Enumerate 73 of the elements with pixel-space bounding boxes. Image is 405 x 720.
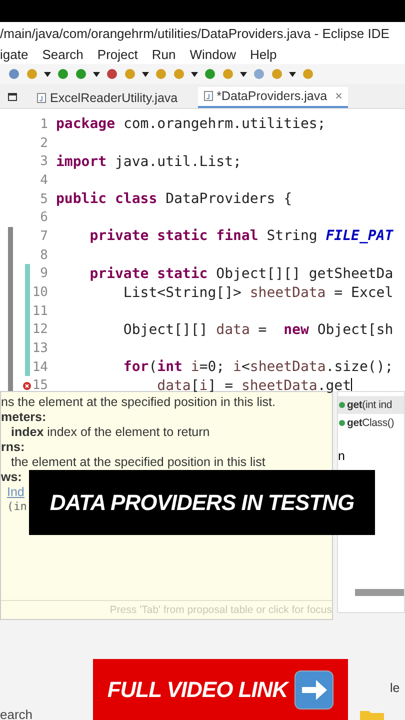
toolbar-icon[interactable] [253,68,265,80]
line-number: 1 [40,116,48,132]
menu-item[interactable]: Window [190,46,236,62]
toolbar-icon[interactable] [26,68,38,80]
editor-tab[interactable]: ExcelReaderUtility.java [31,89,184,108]
dropdown-arrow-icon[interactable] [93,72,100,76]
dropdown-arrow-icon[interactable] [289,72,296,76]
menu-item[interactable]: igate [0,46,28,62]
javadoc-text: ws: [1,470,22,485]
line-number: 3 [40,154,48,170]
code-line: public class DataProviders { [56,191,292,208]
java-file-icon [37,93,46,103]
line-number: 10 [32,285,48,300]
toolbar-icon[interactable] [8,68,20,80]
proposal-item[interactable]: get(int ind [338,396,404,414]
javadoc-text: rns: [1,440,25,455]
dropdown-arrow-icon[interactable] [142,72,149,76]
code-line: package com.orangehrm.utilities; [56,116,326,132]
line-number: 13 [32,341,48,356]
code-line: data[i] = sheetData.get [156,378,352,394]
scrollbar[interactable] [355,589,404,596]
javadoc-text: (in [7,500,27,515]
menu-item[interactable]: Help [250,46,277,62]
method-icon [339,402,345,408]
method-icon [339,420,345,426]
line-number: 4 [40,172,48,188]
proposal-item[interactable]: getClass() [338,414,404,432]
menu-item[interactable]: Search [42,46,84,62]
editor-tab[interactable]: *DataProviders.java × [198,87,348,108]
code-line: List<String[]> sheetData = Excel [122,284,394,301]
toolbar-icon[interactable] [75,68,87,80]
javadoc-text: ns the element at the specified position in this list. [1,395,276,410]
close-icon[interactable]: × [335,89,342,103]
minimize-icon[interactable] [8,93,17,101]
javadoc-text: index index of the element to return [10,425,210,440]
code-line: import java.util.List; [56,154,242,170]
line-number: 2 [40,136,48,151]
javadoc-text: the element at the specified position in this list [10,455,266,470]
toolbar-icon[interactable] [222,68,234,80]
code-line: private static Object[][] getSheetDa [88,266,394,282]
line-number: 14 [32,360,48,375]
window-title: /main/java/com/orangehrm/utilities/DataProviders.java - Eclipse IDE [0,26,390,40]
dropdown-arrow-icon[interactable] [191,72,198,76]
line-number: 6 [40,210,48,226]
search-label: earch [0,707,33,720]
line-number: 7 [40,228,48,244]
toolbar-icon[interactable] [271,68,283,80]
menu-item[interactable]: Project [97,46,138,62]
code-line: private static final String FILE_PAT [88,228,394,244]
partial-text: n [338,449,345,463]
line-number: 5 [40,192,48,207]
toolbar-icon[interactable] [173,68,185,80]
line-number: 12 [32,322,48,338]
code-line: Object[][] data = new Object[sh [122,322,394,338]
video-link-banner[interactable]: FULL VIDEO LINK [93,659,348,720]
partial-text: le [390,681,400,695]
toolbar-icon[interactable] [124,68,136,80]
toolbar-icon[interactable] [204,68,216,80]
code-line: for(int i=0; i<sheetData.size(); [122,359,394,376]
line-number: 11 [32,304,48,319]
title-banner: DATA PROVIDERS IN TESTNG [29,470,375,535]
dropdown-arrow-icon[interactable] [44,72,51,76]
toolbar-icon[interactable] [302,68,314,80]
menu-item[interactable]: Run [152,46,176,62]
dropdown-arrow-icon[interactable] [240,72,247,76]
toolbar-icon[interactable] [155,68,167,80]
toolbar-icon[interactable] [57,68,69,80]
line-number: 15 [32,378,48,394]
toolbar-icon[interactable] [106,68,118,80]
java-file-icon [204,91,213,101]
javadoc-text: meters: [1,410,46,425]
line-number: 9 [40,266,48,282]
line-number: 8 [40,248,48,263]
